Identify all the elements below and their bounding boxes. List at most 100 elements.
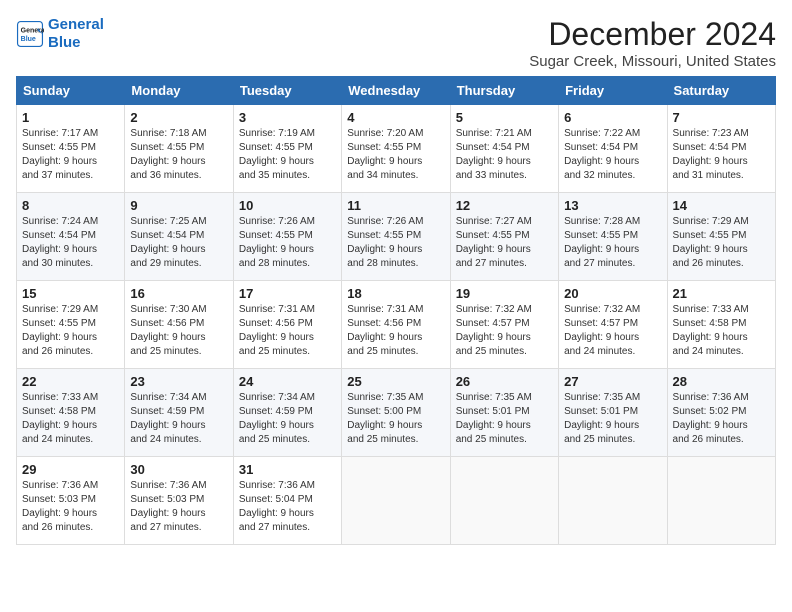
day-number: 12: [456, 198, 553, 213]
month-title: December 2024: [529, 16, 776, 53]
calendar-cell: 3 Sunrise: 7:19 AM Sunset: 4:55 PM Daylig…: [233, 105, 341, 193]
day-info: Sunrise: 7:36 AM Sunset: 5:02 PM Dayligh…: [673, 391, 770, 447]
week-row: 29 Sunrise: 7:36 AM Sunset: 5:03 PM Dayli…: [17, 457, 776, 545]
calendar-cell: 17 Sunrise: 7:31 AM Sunset: 4:56 PM Dayli…: [233, 281, 341, 369]
week-row: 1 Sunrise: 7:17 AM Sunset: 4:55 PM Daylig…: [17, 105, 776, 193]
calendar-cell: 18 Sunrise: 7:31 AM Sunset: 4:56 PM Dayli…: [342, 281, 450, 369]
day-info: Sunrise: 7:18 AM Sunset: 4:55 PM Dayligh…: [130, 127, 227, 183]
calendar-cell: 21 Sunrise: 7:33 AM Sunset: 4:58 PM Dayli…: [667, 281, 775, 369]
day-info: Sunrise: 7:31 AM Sunset: 4:56 PM Dayligh…: [239, 303, 336, 359]
day-number: 6: [564, 110, 661, 125]
calendar-cell: 23Sunrise: 7:34 AM Sunset: 4:59 PM Dayli…: [125, 369, 233, 457]
calendar-cell: 12 Sunrise: 7:27 AM Sunset: 4:55 PM Dayli…: [450, 193, 558, 281]
day-info: Sunrise: 7:17 AM Sunset: 4:55 PM Dayligh…: [22, 127, 119, 183]
calendar-cell: 29 Sunrise: 7:36 AM Sunset: 5:03 PM Dayli…: [17, 457, 125, 545]
calendar-cell: 4 Sunrise: 7:20 AM Sunset: 4:55 PM Daylig…: [342, 105, 450, 193]
day-info: Sunrise: 7:21 AM Sunset: 4:54 PM Dayligh…: [456, 127, 553, 183]
day-info: Sunrise: 7:26 AM Sunset: 4:55 PM Dayligh…: [239, 215, 336, 271]
day-number: 19: [456, 286, 553, 301]
logo: General Blue General Blue: [16, 16, 104, 52]
calendar-cell: [559, 457, 667, 545]
day-info: Sunrise: 7:28 AM Sunset: 4:55 PM Dayligh…: [564, 215, 661, 271]
day-number: 10: [239, 198, 336, 213]
calendar-cell: 27 Sunrise: 7:35 AM Sunset: 5:01 PM Dayli…: [559, 369, 667, 457]
calendar-header: SundayMondayTuesdayWednesdayThursdayFrid…: [17, 77, 776, 105]
day-number: 9: [130, 198, 227, 213]
calendar-cell: 16 Sunrise: 7:30 AM Sunset: 4:56 PM Dayli…: [125, 281, 233, 369]
day-info: Sunrise: 7:36 AM Sunset: 5:03 PM Dayligh…: [130, 479, 227, 535]
day-number: 15: [22, 286, 119, 301]
weekday-saturday: Saturday: [667, 77, 775, 105]
calendar-cell: 2Sunrise: 7:18 AM Sunset: 4:55 PM Daylig…: [125, 105, 233, 193]
day-number: 8: [22, 198, 119, 213]
day-number: 3: [239, 110, 336, 125]
day-number: 5: [456, 110, 553, 125]
calendar-cell: 30 Sunrise: 7:36 AM Sunset: 5:03 PM Dayli…: [125, 457, 233, 545]
calendar-cell: 9 Sunrise: 7:25 AM Sunset: 4:54 PM Daylig…: [125, 193, 233, 281]
day-number: 21: [673, 286, 770, 301]
day-info: Sunrise: 7:35 AM Sunset: 5:01 PM Dayligh…: [564, 391, 661, 447]
day-info: Sunrise: 7:31 AM Sunset: 4:56 PM Dayligh…: [347, 303, 444, 359]
day-number: 18: [347, 286, 444, 301]
day-number: 1: [22, 110, 119, 125]
day-info: Sunrise: 7:25 AM Sunset: 4:54 PM Dayligh…: [130, 215, 227, 271]
day-number: 24: [239, 374, 336, 389]
day-info: Sunrise: 7:36 AM Sunset: 5:04 PM Dayligh…: [239, 479, 336, 535]
logo-icon: General Blue: [16, 20, 44, 48]
calendar-cell: 20 Sunrise: 7:32 AM Sunset: 4:57 PM Dayli…: [559, 281, 667, 369]
day-number: 25: [347, 374, 444, 389]
calendar-cell: 26 Sunrise: 7:35 AM Sunset: 5:01 PM Dayli…: [450, 369, 558, 457]
day-info: Sunrise: 7:19 AM Sunset: 4:55 PM Dayligh…: [239, 127, 336, 183]
day-number: 26: [456, 374, 553, 389]
calendar-cell: 14 Sunrise: 7:29 AM Sunset: 4:55 PM Dayli…: [667, 193, 775, 281]
day-number: 30: [130, 462, 227, 477]
weekday-monday: Monday: [125, 77, 233, 105]
day-number: 17: [239, 286, 336, 301]
week-row: 22Sunrise: 7:33 AM Sunset: 4:58 PM Dayli…: [17, 369, 776, 457]
svg-text:General: General: [21, 27, 44, 34]
calendar-cell: 6 Sunrise: 7:22 AM Sunset: 4:54 PM Daylig…: [559, 105, 667, 193]
header: General Blue General Blue December 2024 …: [16, 16, 776, 70]
day-info: Sunrise: 7:32 AM Sunset: 4:57 PM Dayligh…: [564, 303, 661, 359]
day-info: Sunrise: 7:33 AM Sunset: 4:58 PM Dayligh…: [673, 303, 770, 359]
day-number: 23: [130, 374, 227, 389]
day-info: Sunrise: 7:30 AM Sunset: 4:56 PM Dayligh…: [130, 303, 227, 359]
weekday-header-row: SundayMondayTuesdayWednesdayThursdayFrid…: [17, 77, 776, 105]
weekday-friday: Friday: [559, 77, 667, 105]
day-info: Sunrise: 7:27 AM Sunset: 4:55 PM Dayligh…: [456, 215, 553, 271]
day-info: Sunrise: 7:29 AM Sunset: 4:55 PM Dayligh…: [673, 215, 770, 271]
day-info: Sunrise: 7:34 AM Sunset: 4:59 PM Dayligh…: [239, 391, 336, 447]
calendar-cell: [667, 457, 775, 545]
day-number: 22: [22, 374, 119, 389]
calendar-cell: 11Sunrise: 7:26 AM Sunset: 4:55 PM Dayli…: [342, 193, 450, 281]
day-info: Sunrise: 7:35 AM Sunset: 5:01 PM Dayligh…: [456, 391, 553, 447]
calendar-table: SundayMondayTuesdayWednesdayThursdayFrid…: [16, 76, 776, 545]
calendar-cell: 13Sunrise: 7:28 AM Sunset: 4:55 PM Dayli…: [559, 193, 667, 281]
calendar-cell: 24 Sunrise: 7:34 AM Sunset: 4:59 PM Dayli…: [233, 369, 341, 457]
logo-text: General: [48, 16, 104, 34]
calendar-cell: 8Sunrise: 7:24 AM Sunset: 4:54 PM Daylig…: [17, 193, 125, 281]
calendar-cell: 25 Sunrise: 7:35 AM Sunset: 5:00 PM Dayli…: [342, 369, 450, 457]
logo-blue: Blue: [48, 34, 104, 52]
calendar-cell: 31Sunrise: 7:36 AM Sunset: 5:04 PM Dayli…: [233, 457, 341, 545]
day-number: 27: [564, 374, 661, 389]
day-number: 16: [130, 286, 227, 301]
day-info: Sunrise: 7:35 AM Sunset: 5:00 PM Dayligh…: [347, 391, 444, 447]
calendar-cell: 15Sunrise: 7:29 AM Sunset: 4:55 PM Dayli…: [17, 281, 125, 369]
location-title: Sugar Creek, Missouri, United States: [529, 53, 776, 70]
calendar-cell: 1 Sunrise: 7:17 AM Sunset: 4:55 PM Daylig…: [17, 105, 125, 193]
day-number: 4: [347, 110, 444, 125]
day-number: 29: [22, 462, 119, 477]
calendar-cell: 28Sunrise: 7:36 AM Sunset: 5:02 PM Dayli…: [667, 369, 775, 457]
day-info: Sunrise: 7:22 AM Sunset: 4:54 PM Dayligh…: [564, 127, 661, 183]
title-area: December 2024 Sugar Creek, Missouri, Uni…: [529, 16, 776, 70]
calendar-cell: 5 Sunrise: 7:21 AM Sunset: 4:54 PM Daylig…: [450, 105, 558, 193]
day-number: 11: [347, 198, 444, 213]
day-info: Sunrise: 7:32 AM Sunset: 4:57 PM Dayligh…: [456, 303, 553, 359]
day-number: 20: [564, 286, 661, 301]
day-info: Sunrise: 7:20 AM Sunset: 4:55 PM Dayligh…: [347, 127, 444, 183]
day-info: Sunrise: 7:36 AM Sunset: 5:03 PM Dayligh…: [22, 479, 119, 535]
week-row: 8Sunrise: 7:24 AM Sunset: 4:54 PM Daylig…: [17, 193, 776, 281]
calendar-cell: 7Sunrise: 7:23 AM Sunset: 4:54 PM Daylig…: [667, 105, 775, 193]
day-number: 14: [673, 198, 770, 213]
